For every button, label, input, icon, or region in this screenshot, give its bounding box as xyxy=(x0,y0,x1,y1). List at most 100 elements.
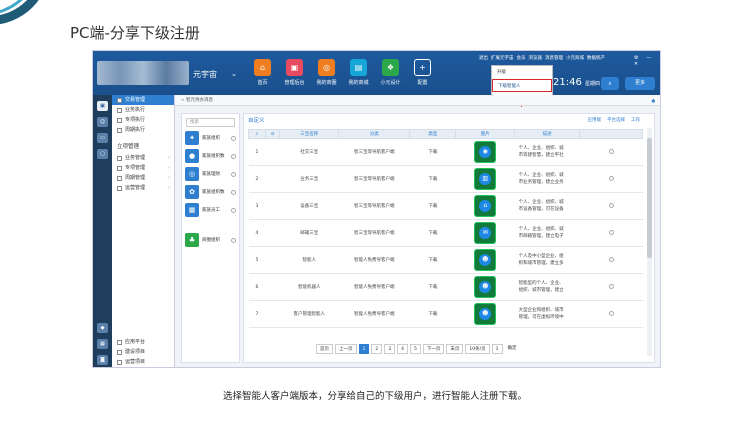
checkbox-icon[interactable] xyxy=(117,97,122,103)
app-icon[interactable]: ☻ xyxy=(474,249,497,271)
sidebar-item[interactable]: 周期管理 › xyxy=(112,173,174,183)
pager-page[interactable]: 5 xyxy=(410,344,421,354)
top-link[interactable]: 小元商城 xyxy=(566,55,584,61)
pager-first[interactable]: 首页 xyxy=(316,344,333,354)
sidebar-item[interactable]: 专项执行 xyxy=(112,115,174,125)
radio-icon[interactable] xyxy=(231,135,236,141)
table-row[interactable]: 2 业务三宝 智三宝等导航客户端 下载 ▥ 个人、企业、组织、城 市业务管理，建立业务 xyxy=(248,165,643,193)
top-link[interactable]: 退出 xyxy=(479,55,488,61)
display-icon[interactable]: ▢ xyxy=(97,149,108,159)
sidebar-item[interactable]: 建设项目 xyxy=(112,347,175,357)
pager-prev[interactable]: 上一页 xyxy=(335,344,357,354)
radio-button[interactable] xyxy=(608,175,614,181)
tool-link[interactable]: 平台选择 xyxy=(607,117,625,123)
pager-next[interactable]: 下一页 xyxy=(422,344,445,354)
table-row[interactable]: 5 智能人 智能人免费导客户端 下载 ☻ 个人及中小型企业、组 织和城市管理，建立多 xyxy=(248,246,643,274)
category-item[interactable]: ▦ 家族员工 xyxy=(185,203,236,217)
checkbox-icon[interactable] xyxy=(117,359,122,365)
radio-button[interactable] xyxy=(608,202,614,208)
sidebar-item[interactable]: 交易管理 xyxy=(112,95,174,105)
pager-page[interactable]: 3 xyxy=(384,344,396,354)
custom-tab[interactable]: 自定义 xyxy=(248,116,265,124)
checkbox-icon[interactable] xyxy=(117,107,122,113)
page-goto-input[interactable]: 1 xyxy=(491,344,503,354)
category-item[interactable]: ✦ 家族组织 xyxy=(185,131,236,145)
monitor-icon[interactable]: ▭ xyxy=(97,133,108,143)
row-type[interactable]: 下载 xyxy=(409,165,456,193)
checkbox-icon[interactable] xyxy=(117,165,122,171)
sidebar-item[interactable]: 周期执行 xyxy=(112,125,174,135)
table-row[interactable]: 1 社交三宝 智三宝等导航客户端 下载 ◉ 个人、企业、组织、城 市等建智慧，建立平社 xyxy=(248,138,643,166)
pager-page[interactable]: 4 xyxy=(397,344,408,354)
app-icon[interactable]: ◉ xyxy=(474,141,497,163)
checkbox-icon[interactable] xyxy=(117,175,122,181)
pager-page[interactable]: 1 xyxy=(358,344,370,354)
radio-icon[interactable] xyxy=(231,207,236,213)
category-item[interactable]: ◎ 家族理财 xyxy=(185,167,236,181)
category-item[interactable]: ● 家族组织数 xyxy=(185,149,236,163)
category-search-input[interactable]: 搜索 xyxy=(186,118,235,127)
sidebar-item[interactable]: 业务执行 xyxy=(112,105,174,115)
pager-confirm[interactable]: 确定 xyxy=(505,344,520,354)
checkbox-icon[interactable] xyxy=(117,349,122,355)
camera-icon[interactable]: ◙ xyxy=(97,355,108,365)
top-link[interactable]: 消息管理 xyxy=(545,55,563,61)
radio-button[interactable] xyxy=(608,229,614,235)
row-type[interactable]: 下载 xyxy=(409,300,456,328)
grid-icon[interactable]: ▦ xyxy=(97,339,108,349)
category-item[interactable]: ✿ 家族组织数 xyxy=(185,185,236,199)
row-type[interactable]: 下载 xyxy=(409,192,456,220)
page-size-select[interactable]: 10条/页 xyxy=(465,344,490,354)
nav-item[interactable]: ▣ 管理后台 xyxy=(279,59,310,86)
checkbox-icon[interactable] xyxy=(117,155,122,161)
top-link[interactable]: 会员 xyxy=(517,55,526,61)
more-button[interactable]: 更多 xyxy=(625,77,655,90)
nav-item[interactable]: ▤ 我的商城 xyxy=(343,59,374,86)
sidebar-item[interactable]: 运营项目 xyxy=(112,357,175,367)
radio-icon[interactable] xyxy=(231,189,236,195)
top-link[interactable]: 扩展元宇宙 xyxy=(491,55,514,61)
checkbox-icon[interactable] xyxy=(117,117,122,123)
sidebar-item[interactable]: 运营管理 › xyxy=(112,183,174,193)
table-row[interactable]: 3 设备三宝 智三宝等导航客户端 下载 ⌂ 个人、企业、组织、城 市设备管理，可在设备 xyxy=(248,192,643,220)
tool-link[interactable]: 应用端 xyxy=(588,117,602,123)
table-row[interactable]: 7 客户管理智能人 智能人免费导客户端 下载 ☻ 大型企业和组织、城市 管理，可在虚拟环境中 xyxy=(248,300,643,328)
sidebar-item[interactable]: 应用平台 xyxy=(112,337,175,347)
window-controls[interactable]: ⚙ — ✕ xyxy=(634,55,660,67)
dropdown-item[interactable]: 升级 xyxy=(492,66,552,79)
scrollbar[interactable] xyxy=(647,128,652,356)
radio-button[interactable] xyxy=(608,283,614,289)
table-row[interactable]: 4 邮箱三宝 智三宝等导航客户端 下载 ✉ 个人、企业、组织、城 市邮箱管理，建立电子 xyxy=(248,219,643,247)
nav-item[interactable]: + 配置 xyxy=(407,59,438,86)
pager-last[interactable]: 末页 xyxy=(446,344,464,354)
radio-icon[interactable] xyxy=(231,171,236,177)
chevron-down-icon[interactable]: ⌄ xyxy=(231,70,237,78)
top-link[interactable]: 数据统产 xyxy=(587,55,605,61)
shield-icon[interactable]: ◆ xyxy=(97,323,108,333)
nav-item[interactable]: ⌂ 首页 xyxy=(247,59,278,86)
row-type[interactable]: 下载 xyxy=(409,273,456,301)
app-icon[interactable]: ⌂ xyxy=(474,195,497,217)
app-icon[interactable]: ☻ xyxy=(474,276,497,298)
radio-icon[interactable] xyxy=(231,153,236,159)
row-type[interactable]: 下载 xyxy=(409,246,456,274)
radio-button[interactable] xyxy=(608,148,614,154)
nav-item[interactable]: ◎ 我的商圈 xyxy=(311,59,342,86)
checkbox-icon[interactable] xyxy=(117,339,122,345)
breadcrumb-label[interactable]: 智元待办消息 xyxy=(186,98,213,103)
tool-link[interactable]: 工作 xyxy=(631,117,640,123)
dropdown-item[interactable]: 下级智能人 xyxy=(492,79,552,92)
top-link[interactable]: 浏览器 xyxy=(529,55,543,61)
pager-page[interactable]: 2 xyxy=(371,344,383,354)
app-icon[interactable]: ☻ xyxy=(474,303,497,325)
category-item[interactable]: ♣ 商圈组织 xyxy=(185,233,236,247)
user-icon[interactable]: ☺ xyxy=(97,117,108,127)
radio-button[interactable] xyxy=(608,310,614,316)
nav-item[interactable]: ❖ 小元设计 xyxy=(375,59,406,86)
briefcase-icon[interactable]: ▣ xyxy=(97,101,108,111)
search-button[interactable]: ⌕ xyxy=(601,77,619,90)
bell-icon[interactable]: ♠ xyxy=(651,96,656,107)
app-icon[interactable]: ✉ xyxy=(474,222,497,244)
radio-button[interactable] xyxy=(608,256,614,262)
sidebar-item[interactable]: 业务管理 › xyxy=(112,153,174,163)
